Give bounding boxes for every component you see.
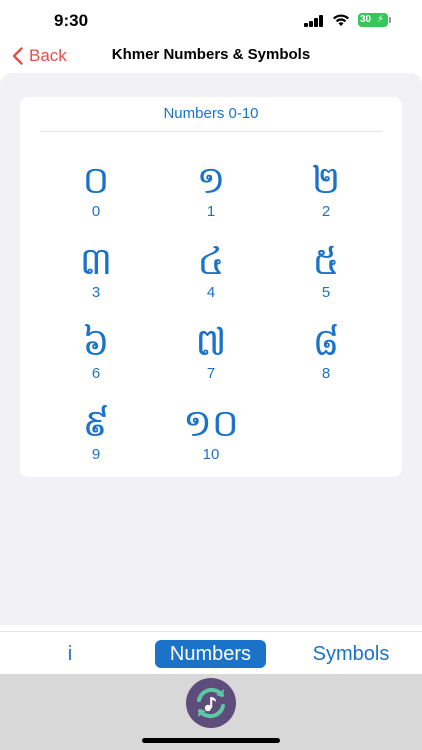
page-title: Khmer Numbers & Symbols — [111, 46, 311, 63]
arabic-numeral: 4 — [206, 284, 216, 301]
music-refresh-icon — [197, 687, 225, 719]
khmer-glyph: ៦ — [82, 322, 110, 364]
number-cell-3[interactable]: ៣ 3 — [36, 240, 156, 302]
number-cell-1[interactable]: ១ 1 — [151, 159, 271, 221]
audio-sync-button[interactable] — [186, 678, 236, 728]
charging-bolt-icon: ⚡ — [376, 14, 384, 25]
home-indicator — [142, 738, 280, 743]
numbers-card: Numbers 0-10 ០ 0 ១ 1 ២ 2 ៣ 3 ៤ 4 ៥ 5 ៦ 6… — [20, 97, 402, 477]
khmer-glyph: ៥ — [312, 241, 340, 283]
battery-level: 30 — [360, 14, 372, 25]
arabic-numeral: 7 — [206, 365, 216, 382]
number-cell-8[interactable]: ៨ 8 — [266, 321, 386, 383]
number-cell-0[interactable]: ០ 0 — [36, 159, 156, 221]
number-cell-10[interactable]: ១០ 10 — [151, 402, 271, 464]
arabic-numeral: 3 — [91, 284, 101, 301]
arabic-numeral: 6 — [91, 365, 101, 382]
arabic-numeral: 1 — [206, 203, 216, 220]
tab-bar: i Numbers Symbols — [0, 631, 422, 674]
arabic-numeral: 9 — [91, 446, 101, 463]
khmer-glyph: ០ — [82, 160, 110, 202]
number-cell-6[interactable]: ៦ 6 — [36, 321, 156, 383]
card-title: Numbers 0-10 — [163, 105, 259, 122]
navigation-bar: Back Khmer Numbers & Symbols — [0, 44, 422, 72]
arabic-numeral: 10 — [202, 446, 220, 463]
status-bar: 9:30 30 ⚡ — [0, 0, 422, 44]
divider — [40, 131, 382, 132]
arabic-numeral: 8 — [321, 365, 331, 382]
arabic-numeral: 0 — [91, 203, 101, 220]
arabic-numeral: 2 — [321, 203, 331, 220]
tab-info[interactable]: i — [50, 640, 90, 668]
number-cell-9[interactable]: ៩ 9 — [36, 402, 156, 464]
khmer-glyph: ៩ — [82, 403, 110, 445]
number-cell-2[interactable]: ២ 2 — [266, 159, 386, 221]
khmer-glyph: ២ — [311, 160, 341, 202]
khmer-glyph: ៨ — [312, 322, 340, 364]
cellular-signal-icon — [304, 15, 326, 27]
khmer-glyph: ១០ — [183, 403, 239, 445]
number-cell-5[interactable]: ៥ 5 — [266, 240, 386, 302]
khmer-glyph: ៧ — [195, 322, 227, 364]
number-cell-7[interactable]: ៧ 7 — [151, 321, 271, 383]
arabic-numeral: 5 — [321, 284, 331, 301]
khmer-glyph: ៣ — [79, 241, 113, 283]
wifi-icon — [333, 14, 349, 26]
khmer-glyph: ៤ — [197, 241, 225, 283]
battery-icon: 30 ⚡ — [358, 13, 391, 27]
khmer-glyph: ១ — [196, 160, 226, 202]
number-cell-4[interactable]: ៤ 4 — [151, 240, 271, 302]
tab-numbers[interactable]: Numbers — [155, 640, 266, 668]
status-time: 9:30 — [54, 11, 89, 30]
tab-symbols[interactable]: Symbols — [298, 640, 404, 668]
